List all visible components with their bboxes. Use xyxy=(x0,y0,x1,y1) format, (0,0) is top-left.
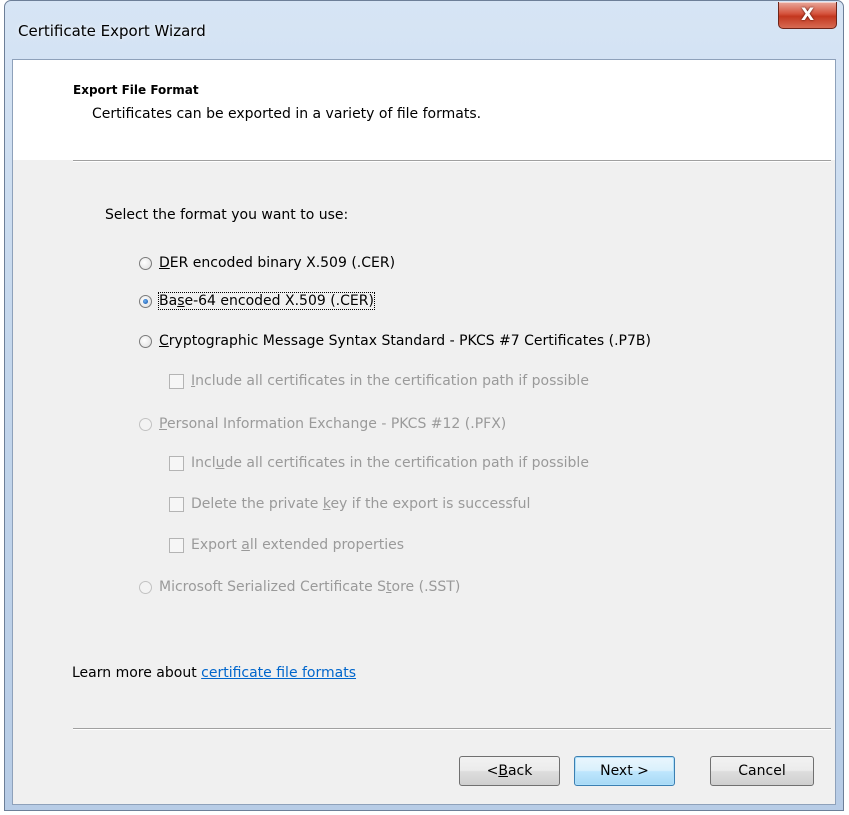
radio-base64-cer[interactable]: Base-64 encoded X.509 (.CER) xyxy=(139,291,375,311)
title-bar[interactable]: Certificate Export Wizard X xyxy=(5,1,843,59)
close-icon: X xyxy=(800,5,815,25)
checkbox-pfx-export-properties-label: Export all extended properties xyxy=(191,537,405,553)
radio-der-cer-label: DER encoded binary X.509 (.CER) xyxy=(159,255,396,271)
next-button[interactable]: Next > xyxy=(574,756,675,786)
page-title: Export File Format xyxy=(73,83,199,97)
wizard-window: Certificate Export Wizard X Export File … xyxy=(4,0,844,811)
close-button[interactable]: X xyxy=(778,2,837,29)
wizard-header: Export File Format Certificates can be e… xyxy=(13,60,835,160)
certificate-formats-link[interactable]: certificate file formats xyxy=(201,665,356,681)
radio-base64-cer-indicator[interactable] xyxy=(139,294,152,308)
format-prompt: Select the format you want to use: xyxy=(105,207,349,223)
radio-der-cer[interactable]: DER encoded binary X.509 (.CER) xyxy=(139,253,395,273)
checkbox-pfx-include-path-label: Include all certificates in the certific… xyxy=(191,455,589,471)
checkbox-pfx-delete-key[interactable]: Delete the private key if the export is … xyxy=(169,494,530,514)
header-divider xyxy=(73,160,831,162)
wizard-client-area: Export File Format Certificates can be e… xyxy=(12,59,836,805)
radio-pkcs12-pfx-indicator[interactable] xyxy=(139,417,152,431)
checkbox-pfx-include-path[interactable]: Include all certificates in the certific… xyxy=(169,453,589,473)
radio-pkcs7-p7b-label: Cryptographic Message Syntax Standard - … xyxy=(159,333,651,349)
page-subtitle: Certificates can be exported in a variet… xyxy=(92,106,482,122)
radio-sst-label: Microsoft Serialized Certificate Store (… xyxy=(159,579,461,595)
checkbox-p7b-include-path[interactable]: Include all certificates in the certific… xyxy=(169,371,589,391)
checkbox-pfx-export-properties[interactable]: Export all extended properties xyxy=(169,535,404,555)
checkbox-p7b-include-path-box[interactable] xyxy=(169,373,184,389)
radio-pkcs12-pfx-label: Personal Information Exchange - PKCS #12… xyxy=(159,416,507,432)
radio-pkcs7-p7b[interactable]: Cryptographic Message Syntax Standard - … xyxy=(139,331,651,351)
checkbox-pfx-export-properties-box[interactable] xyxy=(169,537,184,553)
checkbox-pfx-include-path-box[interactable] xyxy=(169,455,184,471)
footer-divider xyxy=(73,728,831,730)
radio-sst[interactable]: Microsoft Serialized Certificate Store (… xyxy=(139,577,460,597)
radio-der-cer-indicator[interactable] xyxy=(139,256,152,270)
checkbox-p7b-include-path-label: Include all certificates in the certific… xyxy=(191,373,589,389)
cancel-button[interactable]: Cancel xyxy=(710,756,814,786)
radio-sst-indicator[interactable] xyxy=(139,580,152,594)
radio-pkcs7-p7b-indicator[interactable] xyxy=(139,334,152,348)
radio-pkcs12-pfx[interactable]: Personal Information Exchange - PKCS #12… xyxy=(139,414,506,434)
learn-more-text: Learn more about certificate file format… xyxy=(72,665,357,681)
checkbox-pfx-delete-key-label: Delete the private key if the export is … xyxy=(191,496,531,512)
back-button[interactable]: < Back xyxy=(459,756,560,786)
checkbox-pfx-delete-key-box[interactable] xyxy=(169,496,184,512)
radio-base64-cer-label: Base-64 encoded X.509 (.CER) xyxy=(158,292,375,310)
window-title: Certificate Export Wizard xyxy=(18,22,206,40)
